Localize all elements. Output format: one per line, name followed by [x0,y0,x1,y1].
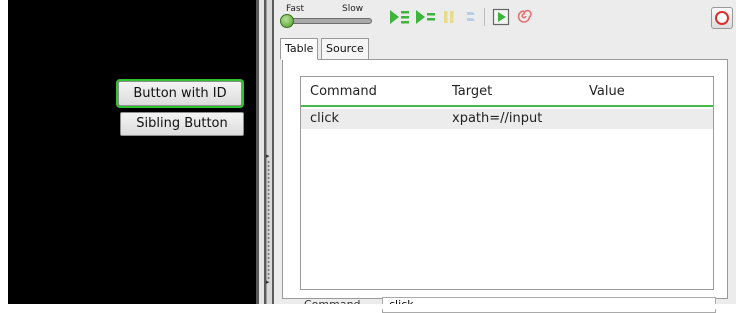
splitter-grip-dots [267,160,270,280]
tab-source[interactable]: Source [321,38,369,60]
column-header-target[interactable]: Target [452,84,492,99]
sibling-button[interactable]: Sibling Button [120,112,244,136]
expand-arrow-icon[interactable]: ▸ [266,152,270,160]
play-test-suite-icon[interactable] [388,8,410,26]
speed-fast-label: Fast [286,4,305,14]
record-icon [715,11,729,25]
speed-slider-handle[interactable] [280,14,294,28]
column-header-command[interactable]: Command [310,84,377,99]
record-button[interactable] [711,7,733,29]
button-with-id[interactable]: Button with ID [116,79,244,108]
speed-slider-track[interactable] [286,18,372,24]
selenium-ide-panel: Fast Slow Table Source Command Target Va… [274,0,736,313]
column-header-value[interactable]: Value [589,84,625,99]
web-page-area [8,0,256,304]
row-target-cell: xpath=//input [452,111,543,126]
table-header: Command Target Value [301,77,713,107]
splitter-bar [259,0,264,304]
table-tab-panel: Command Target Value click xpath=//input [282,59,728,299]
pause-icon[interactable] [442,8,456,26]
table-row[interactable]: click xpath=//input [301,109,713,129]
play-test-case-icon[interactable] [414,8,436,26]
step-icon[interactable] [464,8,478,26]
toolbar: Fast Slow [274,0,736,34]
expand-arrow-icon[interactable]: ▸ [266,278,270,286]
rollup-icon[interactable] [516,8,532,26]
row-command-cell: click [310,111,340,126]
window-bottom-edge [0,304,736,309]
speed-slow-label: Slow [342,4,364,14]
toolbar-separator [484,8,485,26]
command-table: Command Target Value click xpath=//input [300,76,714,290]
test-runner-icon[interactable] [492,8,510,26]
panel-splitter[interactable]: ▸ ▸ [256,0,274,304]
tab-table[interactable]: Table [280,38,319,60]
